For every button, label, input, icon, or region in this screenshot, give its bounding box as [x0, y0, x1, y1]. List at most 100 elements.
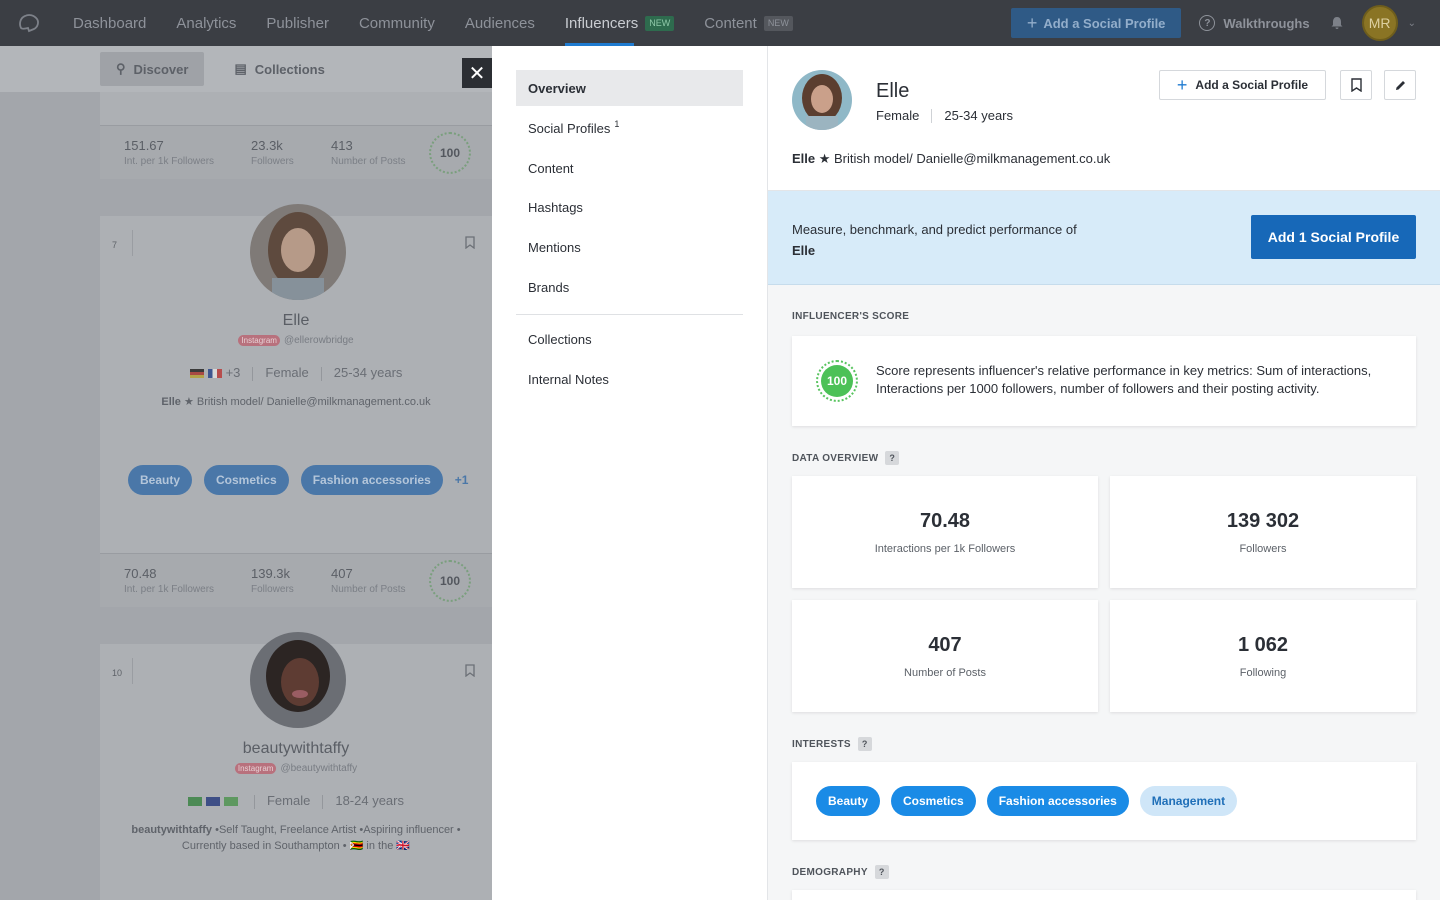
more-tags[interactable]: +1 [455, 473, 469, 487]
age-range: 18-24 years [335, 793, 404, 808]
stat-value: 407 [928, 634, 962, 656]
section-label: Internal Notes [528, 371, 609, 387]
section-hashtags[interactable]: Hashtags [516, 189, 743, 225]
section-content[interactable]: Content [516, 150, 743, 186]
divider [132, 658, 133, 684]
influencer-handle: Instagram @ellerowbridge [100, 335, 492, 346]
walkthroughs-label: Walkthroughs [1223, 15, 1310, 31]
stat-posts: 407 Number of Posts [331, 566, 406, 595]
bookmark-button[interactable] [1340, 70, 1372, 100]
influencer-name: Elle [282, 312, 310, 329]
clipboard-icon: ▤ [234, 61, 247, 76]
divider [516, 314, 743, 315]
interest-tag[interactable]: Cosmetics [891, 786, 976, 816]
interest-tag[interactable]: Management [1139, 786, 1238, 816]
nav-label: Dashboard [73, 14, 147, 32]
section-mentions[interactable]: Mentions [516, 229, 743, 265]
interest-tag[interactable]: Beauty [816, 786, 881, 816]
interests-card: Beauty Cosmetics Fashion accessories Man… [792, 762, 1416, 840]
search-icon: ⚲ [116, 61, 126, 76]
button-label: Add a Social Profile [1195, 78, 1309, 92]
add-social-profile-button[interactable]: + Add a Social Profile [1159, 70, 1326, 100]
logo-icon[interactable] [0, 0, 58, 46]
bookmark-icon[interactable] [465, 236, 475, 249]
stat-card: 139 302 Followers [1110, 476, 1416, 588]
stat-interactions: 70.48 Int. per 1k Followers [124, 566, 215, 595]
nav-analytics[interactable]: Analytics [161, 0, 251, 46]
nav-dashboard[interactable]: Dashboard [58, 0, 161, 46]
stat-interactions: 151.67 Int. per 1k Followers [124, 138, 215, 167]
list-card[interactable]: 7 Elle Instagram @ellerowbridge +3 Female 2… [100, 204, 492, 602]
tag-chip[interactable]: Fashion accessories [300, 465, 443, 495]
chevron-down-icon[interactable]: ⌄ [1408, 18, 1416, 29]
nav-label: Audiences [464, 14, 535, 32]
stat-label: Number of Posts [904, 667, 986, 679]
influencer-handle: Instagram @beautywithtaffy [100, 763, 492, 774]
banner-text: Measure, benchmark, and predict performa… [792, 222, 1077, 258]
influencer-list-overlay: ⚲ Discover ▤ Collections ✕ 151.67 Int. pe… [0, 46, 492, 900]
avatar [792, 70, 852, 130]
tab-label: Discover [133, 61, 189, 77]
close-icon: ✕ [468, 62, 486, 85]
section-label: Hashtags [528, 199, 583, 215]
add-one-social-profile-button[interactable]: Add 1 Social Profile [1251, 215, 1416, 259]
section-collections[interactable]: Collections [516, 321, 743, 357]
network-badge: Instagram [238, 335, 280, 346]
stat-posts: 413 Number of Posts [331, 138, 406, 167]
nav-community[interactable]: Community [344, 0, 450, 46]
section-overview[interactable]: Overview [516, 70, 743, 106]
nav-publisher[interactable]: Publisher [251, 0, 344, 46]
tag-chip[interactable]: Beauty [128, 465, 193, 495]
help-icon[interactable]: ? [874, 865, 889, 879]
flag-icon [207, 369, 222, 379]
list-card-stats: 70.48 Int. per 1k Followers 139.3k Followe… [100, 553, 492, 607]
influencer-name: beautywithtaffy [242, 740, 350, 757]
nav-audiences[interactable]: Audiences [450, 0, 550, 46]
user-initials: MR [1368, 15, 1391, 31]
section-heading-data-overview: DATA OVERVIEW? [792, 451, 900, 465]
tab-collections[interactable]: ▤ Collections [218, 52, 340, 86]
help-icon[interactable]: ? [857, 737, 872, 751]
stat-card: 70.48 Interactions per 1k Followers [792, 476, 1098, 588]
help-icon[interactable]: ? [885, 451, 900, 465]
bookmark-icon [1350, 78, 1362, 92]
section-internal-notes[interactable]: Internal Notes [516, 361, 743, 397]
nav-influencers[interactable]: Influencers NEW [550, 0, 689, 46]
gender: Female [266, 793, 311, 808]
section-heading-demography: DEMOGRAPHY? [792, 865, 889, 879]
tag-chip[interactable]: Cosmetics [204, 465, 289, 495]
score-badge: 100 [429, 559, 471, 602]
edit-button[interactable] [1384, 70, 1416, 100]
gender: Female [876, 108, 920, 123]
walkthroughs-link[interactable]: ? Walkthroughs [1199, 15, 1310, 31]
stat-value: 139 302 [1226, 510, 1300, 532]
close-panel-button[interactable]: ✕ [462, 58, 492, 88]
plus-icon: + [1026, 12, 1038, 33]
tab-discover[interactable]: ⚲ Discover [100, 52, 205, 86]
section-social-profiles[interactable]: Social Profiles 1 [516, 110, 743, 146]
score-badge: 100 [429, 131, 471, 174]
influencer-meta: Female 18-24 years [100, 793, 492, 809]
user-avatar[interactable]: MR [1361, 5, 1398, 41]
nav-content[interactable]: Content NEW [689, 0, 808, 46]
handle-text: @beautywithtaffy [280, 763, 358, 774]
section-brands[interactable]: Brands [516, 269, 743, 305]
demography-card [792, 890, 1416, 900]
list-card[interactable]: 10 beautywithtaffy Instagram @beautywitht… [100, 632, 492, 900]
score-description: Score represents influencer's relative p… [876, 363, 1372, 396]
interest-tag[interactable]: Fashion accessories [986, 786, 1129, 816]
bookmark-icon[interactable] [465, 664, 475, 677]
nav-add-social-profile-button[interactable]: + Add a Social Profile [1010, 8, 1182, 38]
stat-followers: 139.3k Followers [251, 566, 294, 595]
nav-label: Analytics [176, 14, 237, 32]
bell-icon[interactable] [1330, 16, 1344, 30]
influencer-bio: beautywithtaffy •Self Taught, Freelance … [131, 824, 461, 852]
flag-icon [223, 797, 238, 807]
score-badge: 100 [816, 360, 858, 402]
button-label: Add a Social Profile [1043, 15, 1166, 31]
stat-card: 407 Number of Posts [792, 600, 1098, 712]
tab-label: Collections [254, 61, 325, 77]
influencer-meta: +3 Female 25-34 years [100, 365, 492, 381]
influencer-detail: Elle Female 25-34 years Elle ★ British mo… [768, 46, 1440, 900]
profile-section-nav: Overview Social Profiles 1 Content Hashta… [492, 46, 768, 900]
